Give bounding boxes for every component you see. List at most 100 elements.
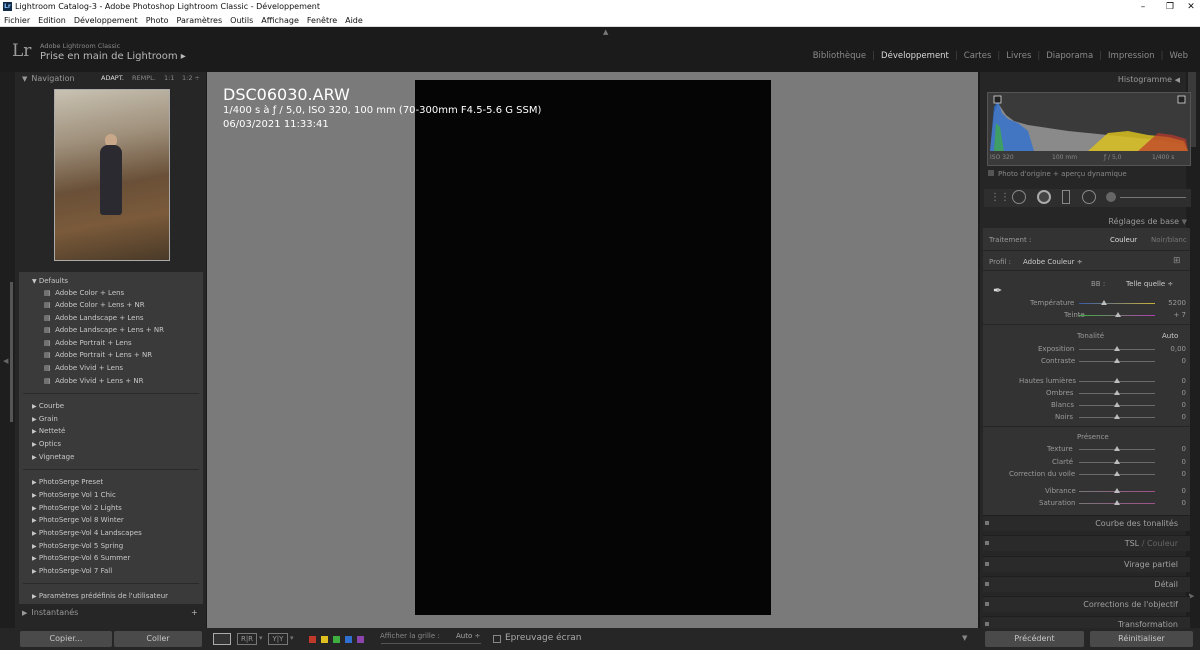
preset-group[interactable]: ▶ Optics [32,438,61,450]
add-snapshot-button[interactable]: + [191,606,198,619]
temperature-slider[interactable] [1079,303,1155,304]
preset-item[interactable]: ▤ Adobe Color + Lens [44,287,124,299]
lens-corrections-header[interactable]: Corrections de l'objectif [983,596,1190,612]
preset-group-defaults[interactable]: ▼ Defaults [32,275,68,287]
navigator-header[interactable]: ▼ Navigation ADAPT. REMPL. 1:1 1:2 ÷ [22,72,205,85]
panel-toggle-icon[interactable] [985,562,989,566]
red-eye-icon[interactable] [1037,190,1051,204]
saturation-value[interactable]: 0 [1162,499,1186,507]
blacks-value[interactable]: 0 [1162,413,1186,421]
wb-select[interactable]: Telle quelle ÷ [1126,280,1173,288]
zoom-adapt[interactable]: ADAPT. [101,72,124,85]
previous-button[interactable]: Précédent [985,631,1084,647]
highlight-clipping-toggle[interactable] [1177,95,1186,104]
close-button[interactable]: ✕ [1176,0,1200,14]
histogram[interactable]: ISO 320 100 mm ƒ / 5,0 1/400 s [987,92,1191,166]
menu-parametres[interactable]: Paramètres [177,16,223,25]
module-diaporama[interactable]: Diaporama [1046,51,1093,61]
exposure-value[interactable]: 0,00 [1162,345,1186,353]
navigator-preview[interactable] [54,89,170,261]
left-scrollbar[interactable] [10,282,13,422]
radial-filter-icon[interactable] [1082,190,1096,204]
histogram-disclosure-icon[interactable]: ◀ [1175,76,1180,84]
panel-toggle-icon[interactable] [985,602,989,606]
profile-select[interactable]: Adobe Couleur ÷ [1023,258,1083,266]
split-toning-header[interactable]: Virage partiel [983,556,1190,572]
preset-item[interactable]: ▤ Adobe Color + Lens + NR [44,299,145,311]
preset-group[interactable]: ▶ Grain [32,413,58,425]
crop-tool-icon[interactable]: ⋮⋮ [990,192,1010,203]
grid-select[interactable]: Auto ÷ [456,632,480,640]
shadow-clipping-toggle[interactable] [993,95,1002,104]
preset-group[interactable]: ▶ PhotoSerge Vol 1 Chic [32,489,116,501]
exposure-knob[interactable] [1114,346,1120,351]
navigator-disclosure-icon[interactable]: ▼ [22,75,27,83]
preset-item[interactable]: ▤ Adobe Landscape + Lens [44,312,144,324]
green-label-swatch[interactable] [333,636,340,643]
saturation-knob[interactable] [1114,500,1120,505]
preset-group[interactable]: ▶ PhotoSerge Vol 8 Winter [32,514,124,526]
preset-item[interactable]: ▤ Adobe Landscape + Lens + NR [44,324,164,336]
texture-knob[interactable] [1114,446,1120,451]
graduated-filter-icon[interactable] [1062,190,1070,204]
whites-value[interactable]: 0 [1162,401,1186,409]
panel-toggle-icon[interactable] [985,622,989,626]
toolbar-options-icon[interactable]: ▼ [962,634,967,642]
shadows-value[interactable]: 0 [1162,389,1186,397]
dehaze-knob[interactable] [1114,471,1120,476]
swap-dropdown-icon[interactable]: ▾ [290,634,294,642]
copy-settings-button[interactable]: Copier... [20,631,112,647]
panel-toggle-icon[interactable] [985,541,989,545]
transform-header[interactable]: Transformation [983,616,1190,628]
red-label-swatch[interactable] [309,636,316,643]
soft-proof-label[interactable]: Epreuvage écran [505,633,582,643]
menu-aide[interactable]: Aide [345,16,363,25]
treatment-bw-button[interactable]: Noir/blanc [1151,236,1187,244]
shadows-knob[interactable] [1114,390,1120,395]
basic-panel-disclosure-icon[interactable]: ▼ [1182,218,1187,226]
module-bibliotheque[interactable]: Bibliothèque [813,51,866,61]
menu-outils[interactable]: Outils [230,16,253,25]
spot-removal-icon[interactable] [1012,190,1026,204]
brush-size-slider[interactable] [1120,197,1186,198]
preset-group[interactable]: ▶ Netteté [32,425,65,437]
preset-group-user[interactable]: ▶ Paramètres prédéfinis de l'utilisateur [32,590,168,602]
photo-canvas[interactable] [415,80,771,615]
texture-value[interactable]: 0 [1162,445,1186,453]
soft-proof-checkbox[interactable] [493,635,501,643]
profile-browser-icon[interactable]: ⊞ [1173,256,1181,266]
clarity-value[interactable]: 0 [1162,458,1186,466]
preset-group[interactable]: ▶ Vignetage [32,451,74,463]
module-impression[interactable]: Impression [1108,51,1155,61]
zoom-1-1[interactable]: 1:1 [164,72,174,85]
preset-group[interactable]: ▶ PhotoSerge-Vol 6 Summer [32,552,130,564]
paste-settings-button[interactable]: Coller [114,631,202,647]
preset-group[interactable]: ▶ PhotoSerge-Vol 7 Fall [32,565,112,577]
grid-slider[interactable] [381,643,481,644]
clarity-knob[interactable] [1114,459,1120,464]
menu-affichage[interactable]: Affichage [261,16,299,25]
snapshots-header[interactable]: ▶ Instantanés + [22,606,205,619]
loupe-view-icon[interactable] [213,633,231,645]
preset-item[interactable]: ▤ Adobe Vivid + Lens + NR [44,375,143,387]
temperature-knob[interactable] [1101,300,1107,305]
basic-panel-header[interactable]: Réglages de base ▼ [983,215,1190,228]
histogram-header[interactable]: Histogramme ◀ [983,73,1183,86]
blue-label-swatch[interactable] [345,636,352,643]
detail-header[interactable]: Détail [983,576,1190,592]
contrast-value[interactable]: 0 [1162,357,1186,365]
menu-photo[interactable]: Photo [146,16,169,25]
before-after-dropdown-icon[interactable]: ▾ [259,634,263,642]
vibrance-knob[interactable] [1114,488,1120,493]
menu-fenetre[interactable]: Fenêtre [307,16,337,25]
blacks-knob[interactable] [1114,414,1120,419]
highlights-value[interactable]: 0 [1162,377,1186,385]
treatment-color-button[interactable]: Couleur [1110,236,1137,244]
purple-label-swatch[interactable] [357,636,364,643]
dehaze-value[interactable]: 0 [1162,470,1186,478]
swap-before-after-icon[interactable]: Y|Y [268,633,288,645]
panel-toggle-icon[interactable] [985,582,989,586]
whites-knob[interactable] [1114,402,1120,407]
highlights-knob[interactable] [1114,378,1120,383]
brand-title[interactable]: Prise en main de Lightroom ▸ [40,51,186,62]
